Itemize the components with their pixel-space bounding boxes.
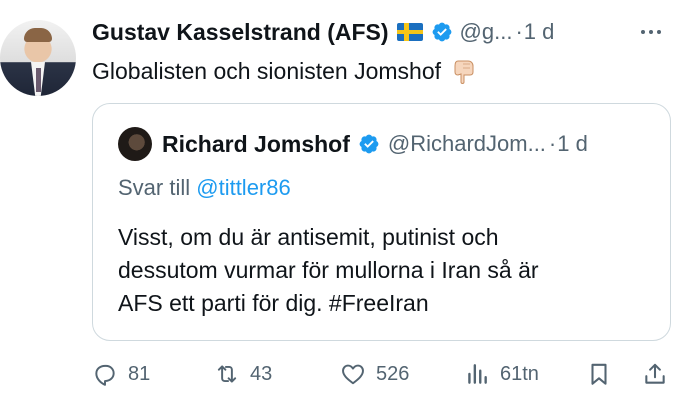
dot-icon <box>657 30 661 34</box>
reply-count: 81 <box>128 362 151 385</box>
swedish-flag-icon <box>396 23 423 41</box>
like-button[interactable]: 526 <box>340 358 409 390</box>
post-actions-bar: 81 43 526 61tn <box>92 358 676 390</box>
quoted-author-avatar[interactable] <box>118 127 152 161</box>
reply-to-prefix: Svar till <box>118 175 191 200</box>
more-options-button[interactable] <box>634 18 668 46</box>
time-separator: · <box>548 131 557 156</box>
post-text: Globalisten och sionisten Jomshof <box>92 58 475 85</box>
author-avatar[interactable] <box>0 20 76 96</box>
share-icon <box>645 363 665 384</box>
like-count: 526 <box>376 362 410 385</box>
quoted-post-time[interactable]: 1 d <box>557 131 588 157</box>
quoted-body-line: AFS ett parti för dig. #FreeIran <box>118 290 429 316</box>
bookmark-button[interactable] <box>586 358 612 390</box>
repost-count: 43 <box>250 362 273 385</box>
dot-icon <box>649 30 653 34</box>
quoted-body-line: Visst, om du är antisemit, putinist och <box>118 224 499 250</box>
views-button[interactable]: 61tn <box>464 358 539 390</box>
quoted-post-header: Richard Jomshof @RichardJom... · 1 d <box>162 128 588 160</box>
verified-badge-icon[interactable] <box>358 133 380 155</box>
quoted-author-handle[interactable]: @RichardJom... <box>388 131 546 157</box>
repost-icon <box>217 365 237 383</box>
backhand-index-pointing-down-icon <box>454 60 474 84</box>
bookmark-icon <box>591 363 607 385</box>
verified-badge-icon[interactable] <box>431 21 453 43</box>
quoted-author-display-name[interactable]: Richard Jomshof <box>162 131 350 158</box>
author-display-name[interactable]: Gustav Kasselstrand (AFS) <box>92 19 389 46</box>
post-text-content: Globalisten och sionisten Jomshof <box>92 58 442 84</box>
quoted-post-body: Visst, om du är antisemit, putinist och … <box>118 221 638 320</box>
heart-icon <box>342 364 364 385</box>
reply-button[interactable]: 81 <box>92 358 150 390</box>
author-handle[interactable]: @g... <box>460 19 513 45</box>
views-count: 61tn <box>500 362 539 385</box>
avatar-tie <box>36 68 41 92</box>
reply-to-line: Svar till @tittler86 <box>118 175 291 201</box>
avatar-hair <box>24 28 52 42</box>
dot-icon <box>641 30 645 34</box>
reply-icon <box>95 364 115 386</box>
share-button[interactable] <box>642 358 668 390</box>
repost-button[interactable]: 43 <box>214 358 272 390</box>
post-header: Gustav Kasselstrand (AFS) @g... · 1 d <box>92 16 554 48</box>
post-time[interactable]: 1 d <box>524 19 555 45</box>
reply-mention-link[interactable]: @tittler86 <box>196 175 290 200</box>
quoted-body-line: dessutom vurmar för mullorna i Iran så ä… <box>118 257 539 283</box>
views-bar-chart-icon <box>468 364 487 384</box>
time-separator: · <box>515 19 523 44</box>
